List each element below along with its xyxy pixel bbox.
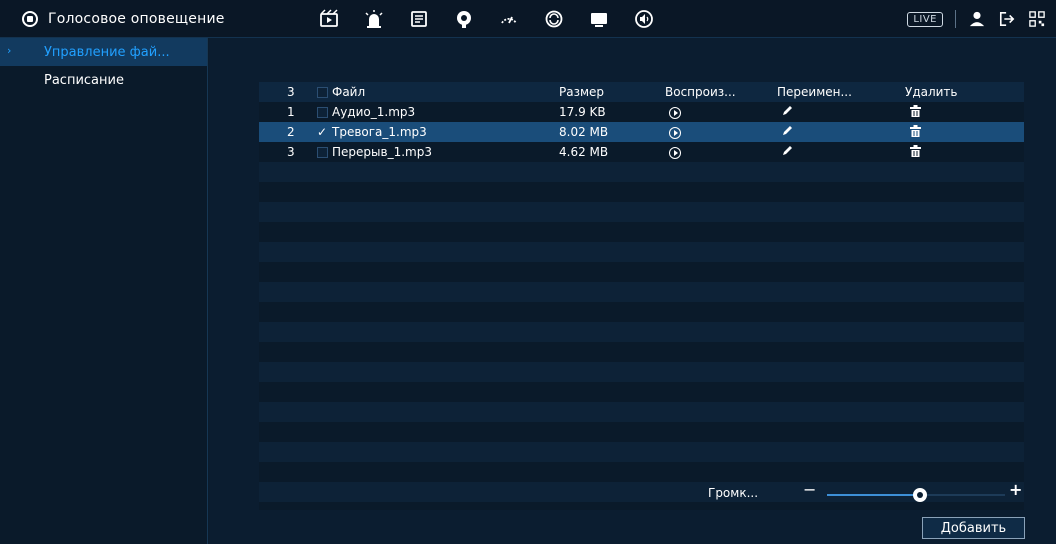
empty-row bbox=[259, 222, 1024, 242]
file-name: Аудио_1.mp3 bbox=[332, 105, 416, 119]
smart-icon[interactable] bbox=[543, 8, 565, 30]
header-file-label: Файл bbox=[332, 85, 366, 99]
audio-icon[interactable] bbox=[633, 8, 655, 30]
row-checkbox[interactable] bbox=[317, 106, 328, 118]
play-icon bbox=[669, 107, 681, 119]
volume-slider-track[interactable] bbox=[921, 494, 1005, 496]
logout-icon[interactable] bbox=[998, 10, 1016, 28]
row-number: 2 bbox=[287, 125, 295, 139]
empty-row bbox=[259, 282, 1024, 302]
empty-row bbox=[259, 422, 1024, 442]
live-button[interactable]: LIVE bbox=[907, 11, 943, 27]
play-icon bbox=[669, 147, 681, 159]
trash-icon bbox=[909, 124, 921, 137]
empty-row bbox=[259, 262, 1024, 282]
table-row[interactable]: 3 Перерыв_1.mp3 4.62 MB bbox=[259, 142, 1024, 162]
empty-row bbox=[259, 342, 1024, 362]
ptz-icon[interactable] bbox=[498, 8, 520, 30]
empty-row bbox=[259, 402, 1024, 422]
row-file: ✓ Тревога_1.mp3 bbox=[317, 125, 559, 139]
add-button[interactable]: Добавить bbox=[922, 517, 1025, 539]
row-number: 3 bbox=[287, 145, 295, 159]
empty-row bbox=[259, 322, 1024, 342]
empty-row bbox=[259, 442, 1024, 462]
volume-slider-fill[interactable] bbox=[827, 494, 921, 496]
row-number: 1 bbox=[287, 105, 295, 119]
row-file: Аудио_1.mp3 bbox=[317, 105, 559, 119]
play-button[interactable] bbox=[665, 147, 685, 159]
trash-icon bbox=[909, 104, 921, 117]
delete-button[interactable] bbox=[905, 124, 925, 137]
trash-icon bbox=[909, 144, 921, 157]
file-table: 3 Файл Размер Воспроиз... Переимен... Уд… bbox=[259, 82, 1024, 510]
volume-slider-handle[interactable] bbox=[913, 488, 927, 502]
empty-row bbox=[259, 482, 1024, 502]
empty-row bbox=[259, 462, 1024, 482]
play-button[interactable] bbox=[665, 127, 685, 139]
delete-button[interactable] bbox=[905, 144, 925, 157]
divider bbox=[955, 10, 956, 28]
select-all-checkbox[interactable] bbox=[317, 86, 328, 98]
empty-row bbox=[259, 202, 1024, 222]
rename-button[interactable] bbox=[777, 105, 797, 117]
rename-button[interactable] bbox=[777, 125, 797, 137]
table-row[interactable]: 1 Аудио_1.mp3 17.9 KB bbox=[259, 102, 1024, 122]
rename-button[interactable] bbox=[777, 145, 797, 157]
file-size: 17.9 KB bbox=[559, 105, 606, 119]
empty-row bbox=[259, 382, 1024, 402]
file-name: Тревога_1.mp3 bbox=[332, 125, 427, 139]
file-name: Перерыв_1.mp3 bbox=[332, 145, 432, 159]
header-size: Размер bbox=[559, 85, 605, 99]
empty-row bbox=[259, 242, 1024, 262]
speaker-icon bbox=[22, 11, 38, 27]
delete-button[interactable] bbox=[905, 104, 925, 117]
header-file: Файл bbox=[317, 85, 559, 99]
empty-row bbox=[259, 182, 1024, 202]
volume-label: Громк... bbox=[708, 486, 759, 500]
volume-increase-button[interactable]: + bbox=[1009, 480, 1022, 499]
table-row[interactable]: 2 ✓ Тревога_1.mp3 8.02 MB bbox=[259, 122, 1024, 142]
toolbar bbox=[318, 0, 678, 38]
right-tools: LIVE bbox=[907, 0, 1046, 38]
pencil-icon bbox=[783, 105, 792, 115]
storage-icon[interactable] bbox=[408, 8, 430, 30]
alarm-icon[interactable] bbox=[363, 8, 385, 30]
pencil-icon bbox=[783, 145, 792, 155]
file-size: 8.02 MB bbox=[559, 125, 609, 139]
empty-row bbox=[259, 302, 1024, 322]
sidebar: › Управление фай... Расписание bbox=[0, 38, 208, 544]
pencil-icon bbox=[783, 125, 792, 135]
row-checkbox-checked[interactable]: ✓ bbox=[317, 126, 328, 138]
video-icon[interactable] bbox=[318, 8, 340, 30]
play-icon bbox=[669, 127, 681, 139]
empty-row bbox=[259, 362, 1024, 382]
chevron-right-icon: › bbox=[7, 44, 12, 57]
table-header: 3 Файл Размер Воспроиз... Переимен... Уд… bbox=[259, 82, 1024, 102]
sidebar-item-label: Расписание bbox=[44, 72, 124, 88]
display-icon[interactable] bbox=[588, 8, 610, 30]
face-icon[interactable] bbox=[453, 8, 475, 30]
module-title: Голосовое оповещение bbox=[22, 0, 225, 38]
header-play: Воспроиз... bbox=[665, 85, 736, 99]
top-bar: Голосовое оповещение LIVE bbox=[0, 0, 1056, 38]
sidebar-item-file-management[interactable]: › Управление фай... bbox=[0, 38, 207, 66]
module-title-text: Голосовое оповещение bbox=[48, 11, 225, 27]
header-rename: Переимен... bbox=[777, 85, 852, 99]
volume-decrease-button[interactable]: − bbox=[803, 480, 816, 499]
row-checkbox[interactable] bbox=[317, 146, 328, 158]
empty-row bbox=[259, 162, 1024, 182]
sidebar-item-label: Управление фай... bbox=[44, 44, 170, 60]
qr-code-icon[interactable] bbox=[1028, 10, 1046, 28]
sidebar-item-schedule[interactable]: Расписание bbox=[0, 66, 207, 94]
header-delete: Удалить bbox=[905, 85, 958, 99]
header-count: 3 bbox=[287, 85, 295, 99]
file-size: 4.62 MB bbox=[559, 145, 609, 159]
main-panel: 3 Файл Размер Воспроиз... Переимен... Уд… bbox=[209, 38, 1056, 544]
row-file: Перерыв_1.mp3 bbox=[317, 145, 559, 159]
user-icon[interactable] bbox=[968, 10, 986, 28]
play-button[interactable] bbox=[665, 107, 685, 119]
